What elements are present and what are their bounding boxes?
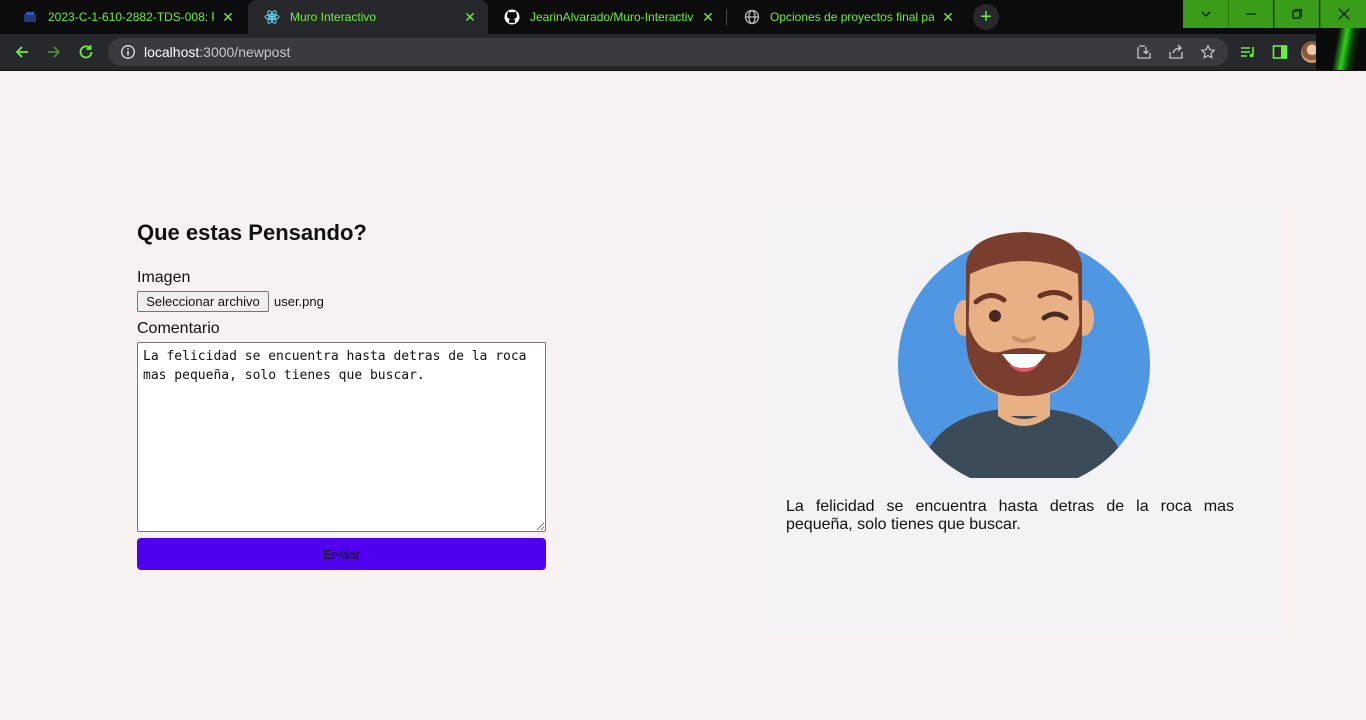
page-title: Que estas Pensando?: [137, 220, 367, 245]
side-panel-icon[interactable]: [1270, 42, 1290, 62]
close-tab-icon[interactable]: ✕: [940, 9, 956, 26]
chevron-down-icon: [1201, 11, 1210, 17]
address-bar[interactable]: localhost:3000/newpost: [108, 38, 1228, 66]
github-icon: [504, 9, 520, 25]
reading-list-icon[interactable]: [1238, 42, 1258, 62]
info-icon[interactable]: [120, 44, 136, 60]
close-tab-icon[interactable]: ✕: [220, 9, 236, 26]
close-tab-icon[interactable]: ✕: [700, 9, 716, 26]
tab-github[interactable]: JearinAlvarado/Muro-Interactivo ✕: [488, 0, 726, 34]
install-app-icon[interactable]: [1134, 42, 1154, 62]
tab-title: Muro Interactivo: [290, 10, 377, 24]
wallpaper-edge: [1316, 28, 1366, 70]
moodle-icon: [22, 9, 38, 25]
image-label: Imagen: [137, 269, 191, 286]
share-icon[interactable]: [1166, 42, 1186, 62]
browser-toolbar: localhost:3000/newpost: [0, 34, 1366, 70]
comment-textarea[interactable]: La felicidad se encuentra hasta detras d…: [137, 342, 546, 532]
minimize-icon: [1246, 13, 1256, 15]
tab-opciones-proyectos[interactable]: Opciones de proyectos final para ✕: [728, 0, 966, 34]
close-window-button[interactable]: [1320, 0, 1366, 28]
bookmark-star-icon[interactable]: [1198, 42, 1218, 62]
tab-search-button[interactable]: [1183, 0, 1228, 28]
post-preview-card: La felicidad se encuentra hasta detras d…: [765, 208, 1283, 636]
selected-file-name: user.png: [274, 294, 324, 309]
back-button[interactable]: [10, 40, 34, 64]
tab-title: Opciones de proyectos final para: [770, 10, 934, 24]
close-tab-icon[interactable]: ✕: [462, 9, 478, 26]
comment-label: Comentario: [137, 320, 220, 337]
restore-button[interactable]: [1274, 0, 1319, 28]
reload-icon: [79, 45, 93, 59]
reload-button[interactable]: [74, 40, 98, 64]
url-path: :3000/newpost: [199, 44, 291, 60]
tab-title: JearinAlvarado/Muro-Interactivo: [530, 10, 694, 24]
tab-course[interactable]: 2023-C-1-610-2882-TDS-008: Pro ✕: [6, 0, 246, 34]
choose-file-button[interactable]: Seleccionar archivo: [137, 291, 269, 312]
close-icon: [1338, 8, 1349, 20]
globe-icon: [744, 9, 760, 25]
url-host: localhost: [144, 44, 200, 60]
toolbar-divider: [0, 70, 1366, 71]
url-text: localhost:3000/newpost: [144, 44, 290, 60]
arrow-right-icon: [48, 46, 61, 58]
tab-title: 2023-C-1-610-2882-TDS-008: Pro: [48, 10, 214, 24]
react-icon: [264, 9, 280, 25]
user-avatar-icon: [898, 232, 1150, 478]
arrow-left-icon: [15, 46, 28, 58]
tab-muro-interactivo[interactable]: Muro Interactivo ✕: [248, 0, 488, 34]
forward-button[interactable]: [42, 40, 66, 64]
preview-comment-text: La felicidad se encuentra hasta detras d…: [786, 498, 1234, 533]
submit-button[interactable]: Enviar: [137, 538, 546, 570]
new-tab-button[interactable]: +: [973, 4, 999, 30]
tab-strip: 2023-C-1-610-2882-TDS-008: Pro ✕ Muro In…: [0, 0, 1366, 34]
restore-icon: [1292, 8, 1303, 19]
minimize-button[interactable]: [1228, 0, 1273, 28]
tab-separator: [726, 9, 727, 25]
